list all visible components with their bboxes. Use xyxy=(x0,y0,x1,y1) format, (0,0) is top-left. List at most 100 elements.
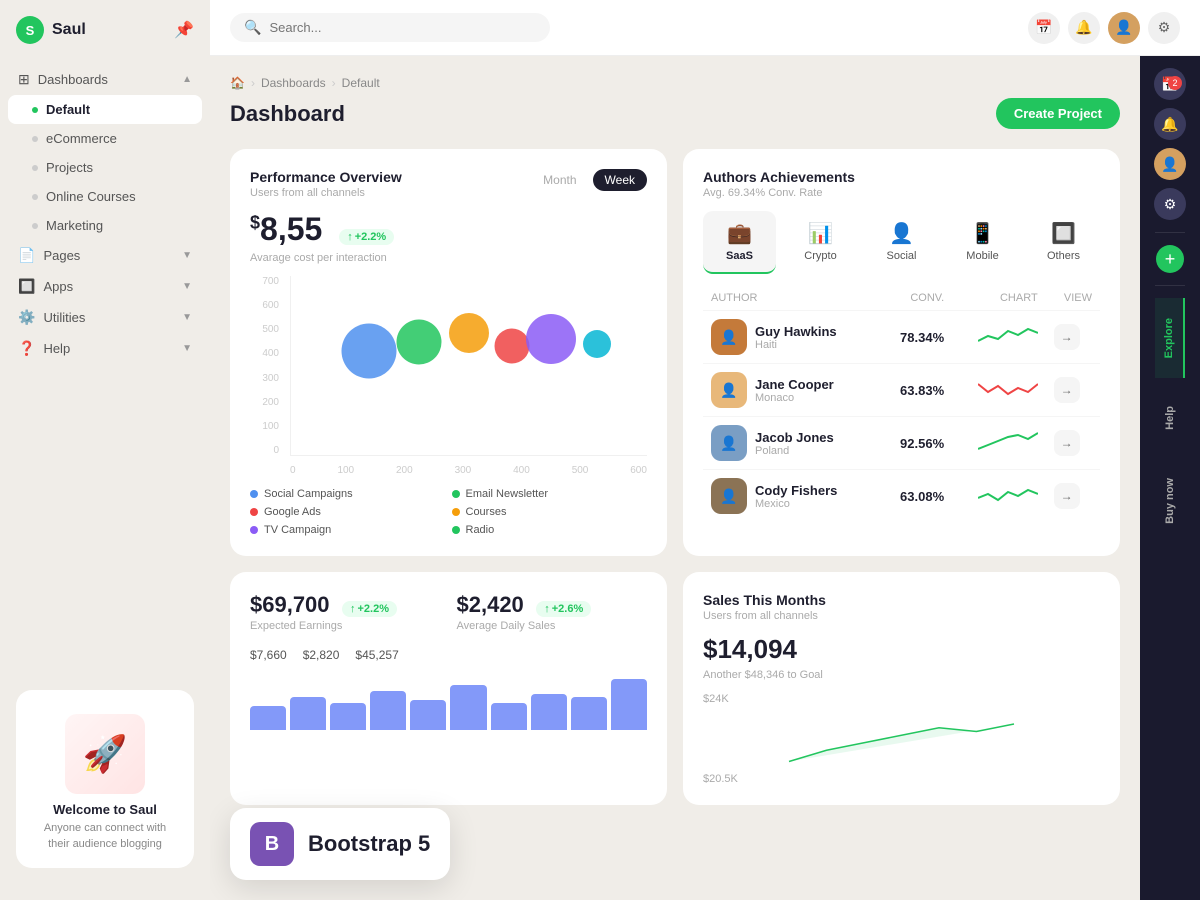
view-button[interactable]: → xyxy=(1054,483,1080,509)
sidebar-item-projects[interactable]: Projects xyxy=(8,153,202,182)
table-row: 👤 Guy Hawkins Haiti 78.34% xyxy=(703,311,1100,364)
performance-card: Performance Overview Users from all chan… xyxy=(230,149,667,556)
rp-notification-icon[interactable]: 🔔 xyxy=(1154,108,1186,140)
earnings-value: $69,700 xyxy=(250,592,330,617)
authors-table: AUTHOR CONV. CHART VIEW 👤 xyxy=(703,286,1100,522)
tab-week[interactable]: Week xyxy=(593,169,647,191)
avatar-cody: 👤 xyxy=(711,478,747,514)
sales-title: Sales This Months xyxy=(703,592,1100,608)
daily-badge: ↑ +2.6% xyxy=(536,601,591,617)
rp-avatar[interactable]: 👤 xyxy=(1154,148,1186,180)
bar xyxy=(250,706,286,730)
bar xyxy=(370,691,406,730)
bar xyxy=(571,697,607,730)
legend-courses: Courses xyxy=(452,506,648,518)
sales-value: $14,094 xyxy=(703,634,797,664)
nav-label: Apps xyxy=(43,279,73,294)
create-project-button[interactable]: Create Project xyxy=(996,98,1120,129)
sidebar-item-apps[interactable]: 🔲 Apps ▼ xyxy=(8,271,202,302)
avatar-guy: 👤 xyxy=(711,319,747,355)
sidebar-item-marketing[interactable]: Marketing xyxy=(8,211,202,240)
sidebar-item-ecommerce[interactable]: eCommerce xyxy=(8,124,202,153)
rp-add-button[interactable]: + xyxy=(1156,245,1184,273)
crypto-icon: 📊 xyxy=(808,221,833,246)
view-button[interactable]: → xyxy=(1054,377,1080,403)
social-icon: 👤 xyxy=(889,221,914,246)
settings-icon[interactable]: ⚙ xyxy=(1148,12,1180,44)
sales-card: Sales This Months Users from all channel… xyxy=(683,572,1120,805)
sidebar-header: S Saul 📌 xyxy=(0,16,210,64)
sidebar-item-utilities[interactable]: ⚙️ Utilities ▼ xyxy=(8,302,202,333)
sidebar-item-online-courses[interactable]: Online Courses xyxy=(8,182,202,211)
rp-divider xyxy=(1155,232,1185,233)
breadcrumb-current: Default xyxy=(342,76,380,90)
legend-google-ads: Google Ads xyxy=(250,506,446,518)
nav-label: Dashboards xyxy=(38,72,108,87)
search-box[interactable]: 🔍 xyxy=(230,13,550,42)
breadcrumb-sep: › xyxy=(251,76,255,90)
conv-value: 63.08% xyxy=(900,489,944,504)
right-panel: 📅 2 🔔 👤 ⚙ + Explore Help Buy now xyxy=(1140,56,1200,900)
help-tab[interactable]: Help xyxy=(1156,386,1184,450)
app-name: Saul xyxy=(52,21,86,39)
mini-chart-jane xyxy=(978,374,1038,404)
bubble xyxy=(583,330,611,358)
bubble xyxy=(449,313,489,353)
x-axis: 0 100 200 300 400 500 600 xyxy=(290,465,647,476)
notification-icon[interactable]: 🔔 xyxy=(1068,12,1100,44)
breadcrumb-home[interactable]: 🏠 xyxy=(230,76,245,90)
avatar[interactable]: 👤 xyxy=(1108,12,1140,44)
app-logo: S xyxy=(16,16,44,44)
tab-saas[interactable]: 💼 SaaS xyxy=(703,211,776,274)
buy-tab[interactable]: Buy now xyxy=(1156,458,1184,544)
authors-subtitle: Avg. 69.34% Conv. Rate xyxy=(703,187,855,199)
rp-settings-icon[interactable]: ⚙ xyxy=(1154,188,1186,220)
nav-dot xyxy=(32,194,38,200)
sidebar-item-dashboards[interactable]: ⊞ Dashboards ▲ xyxy=(8,64,202,95)
chevron-icon: ▼ xyxy=(182,250,192,261)
rp-calendar-icon[interactable]: 📅 2 xyxy=(1154,68,1186,100)
calendar-icon[interactable]: 📅 xyxy=(1028,12,1060,44)
cards-row: Performance Overview Users from all chan… xyxy=(230,149,1120,556)
rp-divider2 xyxy=(1155,285,1185,286)
welcome-card: 🚀 Welcome to Saul Anyone can connect wit… xyxy=(16,690,194,868)
mini-chart-guy xyxy=(978,321,1038,351)
explore-tab[interactable]: Explore xyxy=(1155,298,1185,378)
tab-social[interactable]: 👤 Social xyxy=(865,211,938,274)
topbar: 🔍 📅 🔔 👤 ⚙ xyxy=(210,0,1200,56)
pin-icon[interactable]: 📌 xyxy=(174,20,194,40)
tab-others[interactable]: 🔲 Others xyxy=(1027,211,1100,274)
page-header: Dashboard Create Project xyxy=(230,98,1120,129)
sidebar-item-pages[interactable]: 📄 Pages ▼ xyxy=(8,240,202,271)
perf-label: Avarage cost per interaction xyxy=(250,252,647,264)
earnings-card: $69,700 ↑ +2.2% Expected Earnings $2,420… xyxy=(230,572,667,805)
tab-mobile[interactable]: 📱 Mobile xyxy=(946,211,1019,274)
nav-dot xyxy=(32,223,38,229)
tab-crypto[interactable]: 📊 Crypto xyxy=(784,211,857,274)
bubble xyxy=(342,324,397,379)
bottom-row: $69,700 ↑ +2.2% Expected Earnings $2,420… xyxy=(230,572,1120,805)
earnings-badge: ↑ +2.2% xyxy=(342,601,397,617)
perf-value: $8,55 xyxy=(250,211,331,247)
welcome-title: Welcome to Saul xyxy=(32,802,178,817)
sidebar-item-help[interactable]: ❓ Help ▼ xyxy=(8,333,202,364)
search-input[interactable] xyxy=(269,20,536,35)
sidebar-item-default[interactable]: Default xyxy=(8,95,202,124)
chart-legend: Social Campaigns Email Newsletter Google… xyxy=(250,488,647,536)
col-author: AUTHOR xyxy=(703,286,878,311)
perf-badge: ↑ +2.2% xyxy=(339,229,394,245)
breadcrumb-dashboards[interactable]: Dashboards xyxy=(261,76,326,90)
tab-month[interactable]: Month xyxy=(531,169,588,191)
nav-label: Help xyxy=(43,341,70,356)
earning-row-val: $45,257 xyxy=(355,648,398,662)
page-title: Dashboard xyxy=(230,101,345,127)
sales-y2: $20.5K xyxy=(703,773,1100,785)
bar xyxy=(531,694,567,730)
view-button[interactable]: → xyxy=(1054,324,1080,350)
mini-chart-cody xyxy=(978,480,1038,510)
authors-title: Authors Achievements xyxy=(703,169,855,185)
perf-title: Performance Overview xyxy=(250,169,402,185)
nav-label: Utilities xyxy=(43,310,85,325)
view-button[interactable]: → xyxy=(1054,430,1080,456)
daily-value: $2,420 xyxy=(457,592,524,617)
